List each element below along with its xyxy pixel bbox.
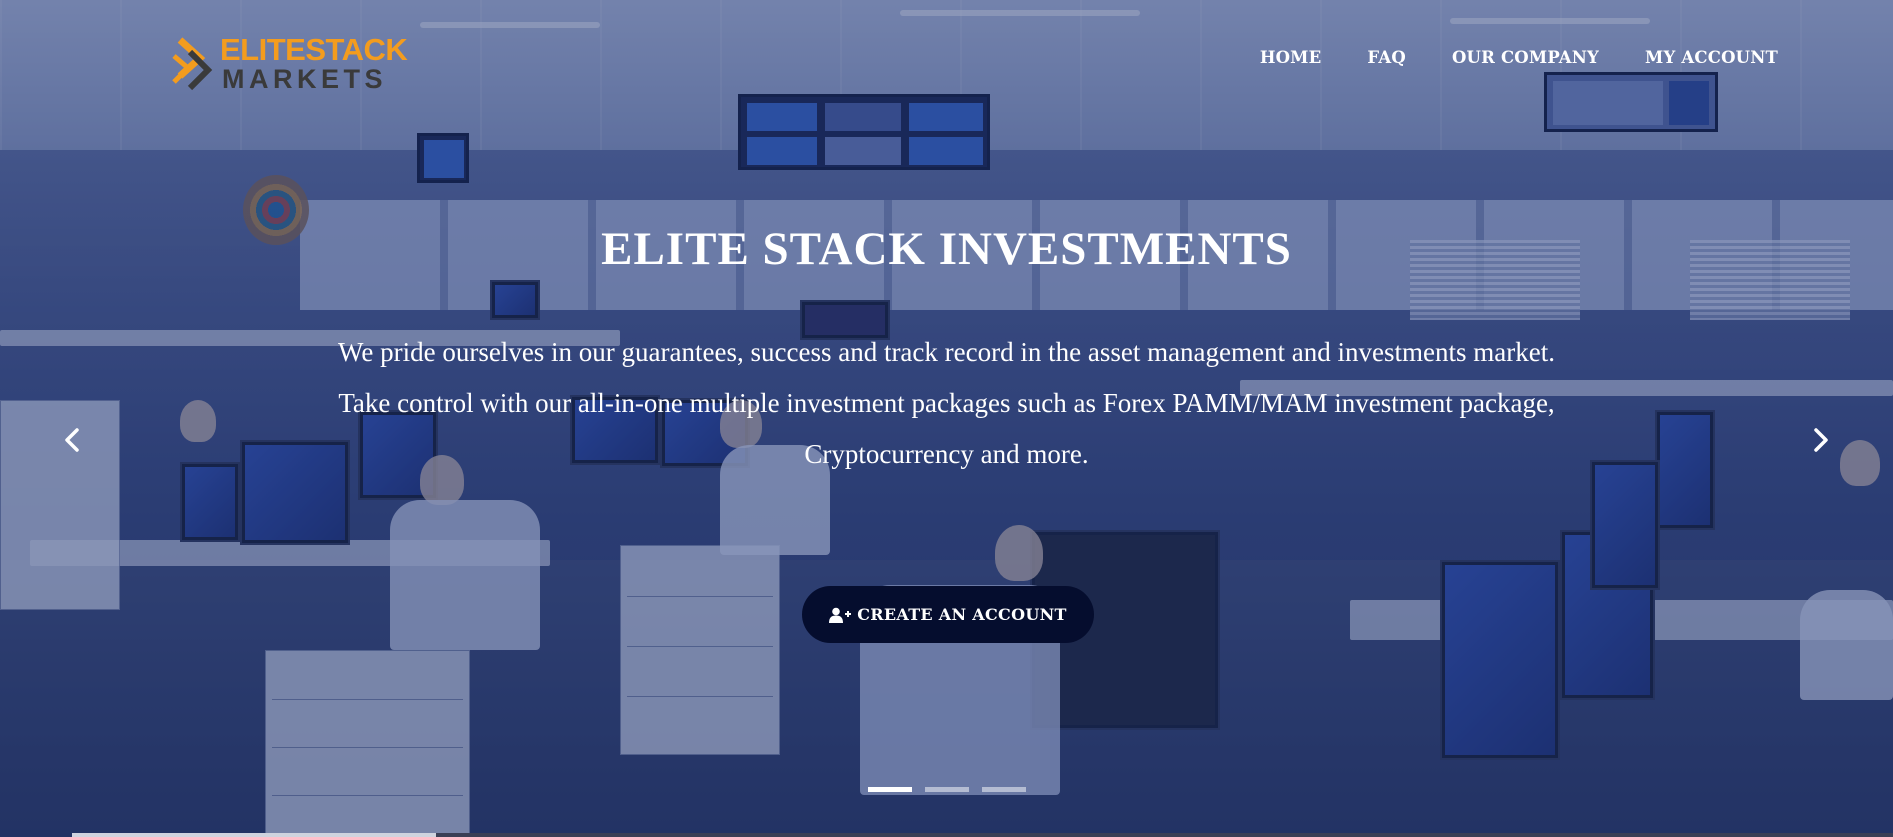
hero-carousel: ELITESTACK MARKETS HOME FAQ OUR COMPANY … bbox=[0, 0, 1893, 837]
nav-faq[interactable]: FAQ bbox=[1367, 48, 1406, 67]
carousel-indicator-1[interactable] bbox=[868, 787, 912, 792]
logo-text-primary: ELITESTACK bbox=[220, 32, 408, 67]
carousel-indicator-2[interactable] bbox=[925, 787, 969, 792]
hero-title: ELITE STACK INVESTMENTS bbox=[601, 223, 1292, 275]
chevron-left-icon[interactable] bbox=[58, 425, 88, 455]
carousel-indicators bbox=[868, 787, 1026, 792]
hero-description: We pride ourselves in our guarantees, su… bbox=[300, 327, 1593, 480]
carousel-indicator-3[interactable] bbox=[982, 787, 1026, 792]
create-account-label: CREATE AN ACCOUNT bbox=[857, 605, 1067, 624]
main-nav: HOME FAQ OUR COMPANY MY ACCOUNT bbox=[1214, 48, 1778, 67]
logo-mark-icon bbox=[172, 37, 213, 91]
create-account-button[interactable]: CREATE AN ACCOUNT bbox=[802, 586, 1094, 643]
nav-our-company[interactable]: OUR COMPANY bbox=[1452, 48, 1599, 67]
brand-logo[interactable]: ELITESTACK MARKETS bbox=[170, 34, 408, 94]
hero-paragraph-2: Take control with our all-in-one multipl… bbox=[338, 388, 1555, 469]
chevron-right-icon[interactable] bbox=[1805, 425, 1835, 455]
slide-progress-bar bbox=[72, 833, 436, 837]
hero-paragraph-1: We pride ourselves in our guarantees, su… bbox=[338, 337, 1555, 367]
nav-home[interactable]: HOME bbox=[1260, 48, 1322, 67]
logo-text-secondary: MARKETS bbox=[222, 64, 387, 94]
nav-my-account[interactable]: MY ACCOUNT bbox=[1645, 48, 1778, 67]
user-plus-icon bbox=[829, 607, 852, 623]
